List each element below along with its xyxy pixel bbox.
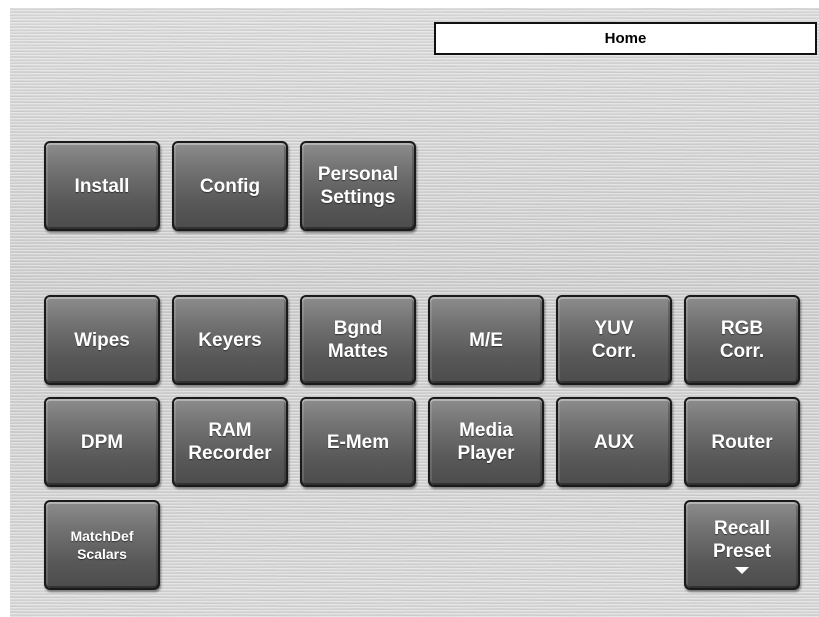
wipes-button[interactable]: Wipes	[44, 295, 160, 385]
rgb-corr-label-line2: Corr.	[719, 341, 765, 362]
page-title: Home	[434, 22, 817, 55]
wipes-button-label: Wipes	[74, 329, 130, 351]
media-player-label-line1: Media	[459, 420, 513, 441]
me-button[interactable]: M/E	[428, 295, 544, 385]
rgb-corr-label-line1: RGB	[720, 318, 764, 339]
rgb-corr-button[interactable]: RGB Corr.	[684, 295, 800, 385]
ram-recorder-label-line1: RAM	[208, 420, 252, 441]
me-button-label: M/E	[469, 329, 503, 351]
install-button-label: Install	[74, 175, 130, 197]
matchdef-scalars-label-line1: MatchDef	[70, 528, 134, 544]
aux-button-label: AUX	[593, 431, 635, 453]
personal-settings-button[interactable]: Personal Settings	[300, 141, 416, 231]
e-mem-button-label: E-Mem	[326, 431, 390, 453]
recall-preset-label-line1: Recall	[714, 517, 770, 539]
config-button-label: Config	[199, 175, 261, 197]
config-button[interactable]: Config	[172, 141, 288, 231]
matchdef-scalars-button[interactable]: MatchDef Scalars	[44, 500, 160, 590]
ram-recorder-button[interactable]: RAM Recorder	[172, 397, 288, 487]
dpm-button-label: DPM	[80, 431, 124, 453]
media-player-label-line2: Player	[457, 443, 515, 464]
e-mem-button[interactable]: E-Mem	[300, 397, 416, 487]
bgnd-mattes-button[interactable]: Bgnd Mattes	[300, 295, 416, 385]
router-button-label: Router	[711, 431, 773, 453]
bgnd-mattes-label-line1: Bgnd	[333, 318, 383, 339]
recall-preset-label-line2: Preset	[712, 540, 772, 562]
bgnd-mattes-label-line2: Mattes	[327, 341, 389, 362]
yuv-corr-label-line1: YUV	[594, 318, 634, 339]
dpm-button[interactable]: DPM	[44, 397, 160, 487]
yuv-corr-button[interactable]: YUV Corr.	[556, 295, 672, 385]
personal-settings-label-line1: Personal	[317, 164, 399, 185]
personal-settings-label-line2: Settings	[320, 187, 396, 208]
keyers-button[interactable]: Keyers	[172, 295, 288, 385]
matchdef-scalars-label-line2: Scalars	[77, 546, 127, 562]
dropdown-arrow-icon	[735, 566, 749, 574]
router-button[interactable]: Router	[684, 397, 800, 487]
recall-preset-button[interactable]: Recall Preset	[684, 500, 800, 590]
yuv-corr-label-line2: Corr.	[591, 341, 637, 362]
page-title-text: Home	[604, 30, 647, 47]
ram-recorder-label-line2: Recorder	[188, 443, 272, 464]
aux-button[interactable]: AUX	[556, 397, 672, 487]
keyers-button-label: Keyers	[198, 329, 262, 351]
media-player-button[interactable]: Media Player	[428, 397, 544, 487]
install-button[interactable]: Install	[44, 141, 160, 231]
